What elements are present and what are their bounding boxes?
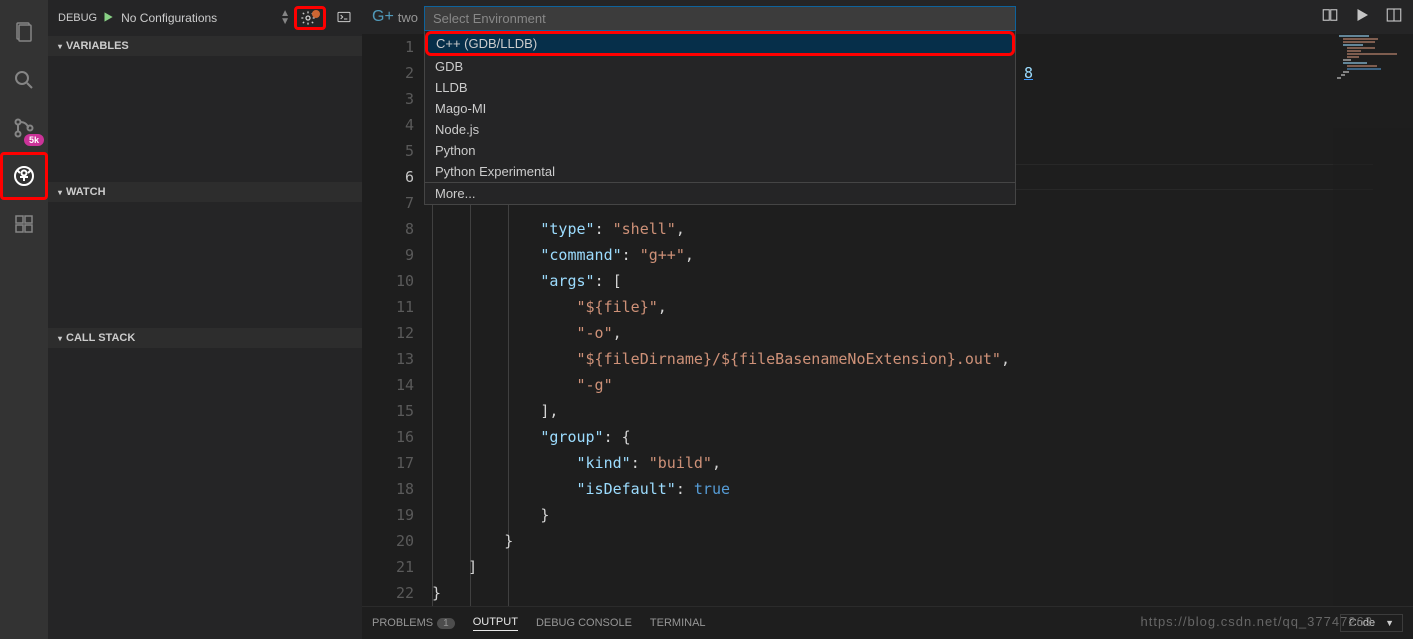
chevron-down-icon: ▾: [58, 42, 62, 51]
split-editor-icon[interactable]: [1385, 6, 1403, 29]
tab-debug-console[interactable]: DEBUG CONSOLE: [536, 617, 632, 629]
search-icon[interactable]: [0, 56, 48, 104]
watch-section-header[interactable]: ▾ WATCH: [48, 182, 362, 202]
watch-label: WATCH: [66, 186, 106, 198]
editor-tab[interactable]: two: [398, 10, 418, 25]
callstack-label: CALL STACK: [66, 332, 135, 344]
tab-terminal[interactable]: TERMINAL: [650, 617, 706, 629]
compare-icon[interactable]: [1321, 6, 1339, 29]
link-text[interactable]: 8: [1024, 64, 1033, 82]
line-gutter: 12345 678910 1112131415 1617181920 2122: [362, 34, 432, 606]
variables-label: VARIABLES: [66, 40, 129, 52]
configure-gear-button[interactable]: [294, 6, 326, 30]
debug-toolbar: DEBUG No Configurations ▲▼: [48, 0, 362, 36]
explorer-icon[interactable]: [0, 8, 48, 56]
editor-area: G+ two C++ (GDB/LLDB) GDB LLDB Mago-MI N…: [362, 0, 1413, 639]
watch-section-body: [48, 202, 362, 328]
extensions-icon[interactable]: [0, 200, 48, 248]
chevron-down-icon: ▼: [1385, 618, 1394, 628]
quickpick: C++ (GDB/LLDB) GDB LLDB Mago-MI Node.js …: [424, 6, 1016, 205]
minimap[interactable]: [1333, 35, 1413, 606]
quickpick-item-node[interactable]: Node.js: [425, 119, 1015, 140]
callstack-section-body: [48, 348, 362, 639]
chevron-updown-icon[interactable]: ▲▼: [280, 10, 290, 26]
debug-label: DEBUG: [58, 12, 97, 24]
debug-sidebar: DEBUG No Configurations ▲▼ ▾ VARIABLES ▾…: [48, 0, 362, 639]
variables-section-body: [48, 56, 362, 182]
chevron-down-icon: ▾: [58, 188, 62, 197]
chevron-down-icon: ▾: [58, 334, 62, 343]
editor-actions: [1321, 6, 1403, 29]
debug-start-button[interactable]: [101, 10, 115, 27]
quickpick-input[interactable]: [424, 6, 1016, 31]
tab-problems[interactable]: PROBLEMS 1: [372, 617, 455, 629]
quickpick-item-more[interactable]: More...: [425, 182, 1015, 204]
scm-badge: 5k: [24, 134, 44, 146]
variables-section-header[interactable]: ▾ VARIABLES: [48, 36, 362, 56]
quickpick-list: C++ (GDB/LLDB) GDB LLDB Mago-MI Node.js …: [424, 31, 1016, 205]
quickpick-item-python-exp[interactable]: Python Experimental: [425, 161, 1015, 182]
source-control-icon[interactable]: 5k: [0, 104, 48, 152]
warning-dot-icon: [312, 10, 320, 18]
quickpick-item-mago[interactable]: Mago-MI: [425, 98, 1015, 119]
debug-config-dropdown[interactable]: No Configurations: [121, 11, 276, 25]
cpp-file-icon: G+: [372, 8, 394, 26]
watermark-text: https://blog.csdn.net/qq_37747262: [1141, 614, 1374, 629]
debug-console-icon[interactable]: [336, 9, 352, 28]
activity-bar: 5k: [0, 0, 48, 639]
problems-label: PROBLEMS: [372, 617, 433, 629]
problems-badge: 1: [437, 618, 455, 629]
run-icon[interactable]: [1353, 6, 1371, 29]
quickpick-item-cpp[interactable]: C++ (GDB/LLDB): [425, 31, 1015, 56]
quickpick-item-python[interactable]: Python: [425, 140, 1015, 161]
quickpick-item-gdb[interactable]: GDB: [425, 56, 1015, 77]
callstack-section-header[interactable]: ▾ CALL STACK: [48, 328, 362, 348]
debug-icon[interactable]: [0, 152, 48, 200]
tab-output[interactable]: OUTPUT: [473, 616, 518, 631]
quickpick-item-lldb[interactable]: LLDB: [425, 77, 1015, 98]
